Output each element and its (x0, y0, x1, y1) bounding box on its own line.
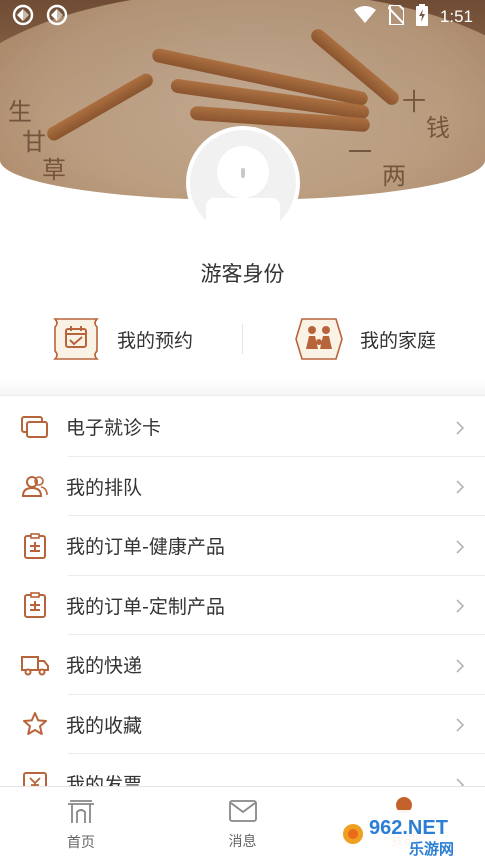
chevron-right-icon (453, 479, 467, 494)
section-separator (0, 380, 485, 396)
menu-item-my-favorites[interactable]: 我的收藏 (0, 695, 485, 755)
menu-item-medical-card[interactable]: 电子就诊卡 (0, 397, 485, 457)
chevron-right-icon (453, 658, 467, 673)
menu-item-orders-health[interactable]: 我的订单-健康产品 (0, 516, 485, 576)
chevron-right-icon (453, 420, 467, 435)
menu-item-label: 电子就诊卡 (66, 417, 162, 440)
avatar-dot (241, 168, 245, 178)
menu-item-my-express[interactable]: 我的快递 (0, 635, 485, 695)
tab-home-label: 首页 (66, 834, 95, 851)
my-appointments-label: 我的预约 (116, 329, 193, 352)
menu-item-label: 我的收藏 (66, 714, 143, 737)
cards-icon (20, 412, 50, 442)
star-icon (20, 709, 50, 739)
menu-item-label: 我的排队 (66, 476, 143, 499)
avatar-body (206, 198, 280, 236)
menu-item-label: 我的快递 (66, 655, 143, 678)
no-sim-icon (387, 4, 405, 29)
chevron-right-icon (453, 598, 467, 613)
site-watermark: 962.NET 乐游网 (339, 808, 479, 860)
watermark-bottom: 乐游网 (409, 840, 454, 858)
home-gate-icon (66, 798, 96, 828)
truck-icon (20, 650, 50, 680)
appointment-scroll-icon (49, 315, 103, 363)
watermark-top: 962.NET (369, 817, 448, 839)
order-clipboard-icon (20, 590, 50, 620)
tab-messages-label: 消息 (228, 833, 257, 850)
my-family-button[interactable]: 我的家庭 (243, 315, 485, 363)
quick-actions: 我的预约 我的家庭 (0, 306, 485, 372)
battery-charging-icon (415, 4, 428, 30)
identity-label[interactable]: 游客身份 (0, 258, 485, 288)
menu-item-orders-custom[interactable]: 我的订单-定制产品 (0, 576, 485, 636)
users-icon (20, 471, 50, 501)
tab-home[interactable]: 首页 (0, 787, 162, 862)
chevron-right-icon (453, 539, 467, 554)
my-family-label: 我的家庭 (359, 329, 436, 352)
status-bar: 1:51 (0, 0, 485, 34)
status-time: 1:51 (439, 7, 473, 26)
tab-messages[interactable]: 消息 (162, 787, 324, 862)
wifi-icon (353, 6, 376, 28)
menu-item-my-queue[interactable]: 我的排队 (0, 457, 485, 517)
sync-icon (46, 4, 68, 30)
my-appointments-button[interactable]: 我的预约 (0, 315, 242, 363)
menu-item-label: 我的订单-健康产品 (66, 536, 225, 559)
menu-list: 电子就诊卡 我的排队 我的订单-健康产品 我的订单-定制产品 我的快递 我的收藏 (0, 397, 485, 814)
mail-icon (228, 799, 258, 827)
avatar[interactable] (186, 126, 300, 240)
chevron-right-icon (453, 717, 467, 732)
sync-icon (12, 4, 34, 30)
menu-item-label: 我的订单-定制产品 (66, 595, 225, 618)
family-icon (292, 315, 346, 363)
order-clipboard-icon (20, 531, 50, 561)
